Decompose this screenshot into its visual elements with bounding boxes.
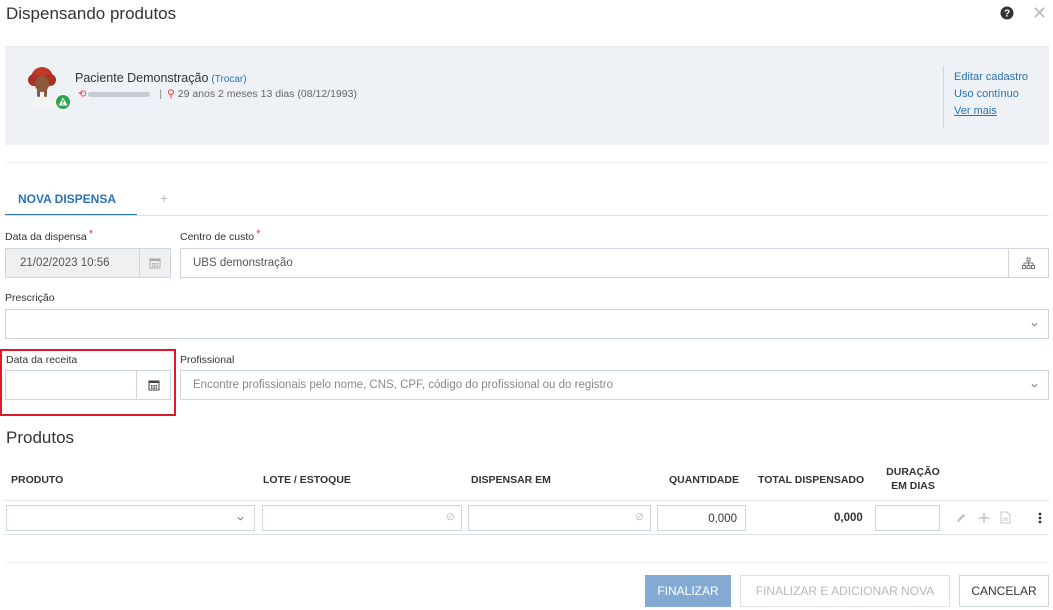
more-options-icon[interactable]: [1038, 512, 1042, 524]
warning-icon: [56, 95, 70, 109]
professional-select[interactable]: Encontre profissionais pelo nome, CNS, C…: [180, 370, 1049, 400]
patient-name-row: Paciente Demonstração (Trocar): [75, 71, 247, 85]
blocked-icon: ⊘: [634, 511, 644, 523]
calendar-icon[interactable]: [149, 257, 161, 269]
tab-underline: [5, 215, 1049, 216]
tab-new-dispense[interactable]: NOVA DISPENSA: [5, 186, 137, 216]
document-icon[interactable]: [1000, 511, 1011, 524]
cost-center-label: Centro de custo *: [180, 228, 261, 243]
close-icon[interactable]: ✕: [1032, 4, 1047, 22]
cost-center-value: UBS demonstração: [193, 257, 293, 269]
table-row-line: [5, 534, 1049, 535]
products-section-title: Produtos: [6, 428, 75, 447]
dispense-in-select[interactable]: ⊘: [468, 505, 651, 531]
edit-registration-link[interactable]: Editar cadastro: [954, 72, 1028, 83]
col-lot: LOTE / ESTOQUE: [263, 474, 351, 486]
add-icon[interactable]: [978, 512, 990, 524]
col-dispense-in: DISPENSAR EM: [471, 474, 551, 486]
col-quantity: QUANTIDADE: [669, 474, 739, 486]
edit-icon[interactable]: [955, 512, 967, 524]
col-total: TOTAL DISPENSADO: [758, 474, 865, 486]
quantity-value: 0,000: [708, 513, 737, 525]
col-product: PRODUTO: [11, 474, 64, 486]
patient-age: 29 anos 2 meses 13 dias (08/12/1993): [177, 88, 357, 100]
redacted-document: [88, 91, 151, 97]
dispense-date-value: 21/02/2023 10:56: [20, 257, 110, 269]
quantity-input[interactable]: 0,000: [657, 505, 746, 531]
patient-info: ⟲ | ⚲ 29 anos 2 meses 13 dias (08/12/1993): [78, 88, 357, 100]
location-pin-icon: ⚲: [167, 88, 175, 100]
modal-title: Dispensando produtos: [6, 4, 177, 23]
professional-label: Profissional: [180, 354, 235, 366]
divider: [5, 162, 1049, 163]
cost-center-field[interactable]: UBS demonstração: [180, 248, 1049, 278]
total-value: 0,000: [834, 512, 863, 524]
footer-divider: [5, 562, 1049, 563]
patient-name: Paciente Demonstração: [75, 71, 209, 85]
lot-select[interactable]: ⊘: [262, 505, 462, 531]
professional-placeholder: Encontre profissionais pelo nome, CNS, C…: [193, 379, 613, 391]
chevron-down-icon: [1031, 383, 1038, 388]
continuous-use-link[interactable]: Uso contínuo: [954, 89, 1028, 100]
finalize-add-button[interactable]: FINALIZAR E ADICIONAR NOVA: [740, 575, 950, 607]
prescription-label: Prescrição: [5, 292, 55, 304]
cancel-button[interactable]: CANCELAR: [959, 575, 1049, 607]
duration-input[interactable]: [875, 505, 940, 531]
patient-links: Editar cadastro Uso contínuo Ver mais: [943, 66, 1028, 128]
chevron-down-icon: [237, 516, 244, 521]
hierarchy-icon[interactable]: [1022, 257, 1035, 270]
prescription-select[interactable]: [5, 309, 1049, 339]
dispense-date-field[interactable]: 21/02/2023 10:56: [5, 248, 171, 278]
finalize-button[interactable]: FINALIZAR: [645, 575, 731, 607]
tab-label: NOVA DISPENSA: [18, 192, 117, 206]
col-duration: DURAÇÃO EM DIAS: [886, 466, 940, 492]
highlight-box: [0, 349, 176, 416]
add-tab-button[interactable]: +: [160, 190, 168, 206]
blocked-icon: ⊘: [445, 511, 455, 523]
chevron-down-icon: [1031, 322, 1038, 327]
svg-text:?: ?: [1004, 9, 1010, 20]
history-icon: ⟲: [78, 89, 87, 100]
warning-badge: [55, 94, 71, 110]
see-more-link[interactable]: Ver mais: [954, 106, 1028, 117]
swap-patient-link[interactable]: (Trocar): [211, 74, 246, 85]
product-select[interactable]: [6, 505, 255, 531]
table-header-line: [5, 500, 1049, 501]
help-icon[interactable]: ?: [1000, 6, 1014, 20]
dispense-date-label: Data da dispensa *: [5, 228, 94, 243]
